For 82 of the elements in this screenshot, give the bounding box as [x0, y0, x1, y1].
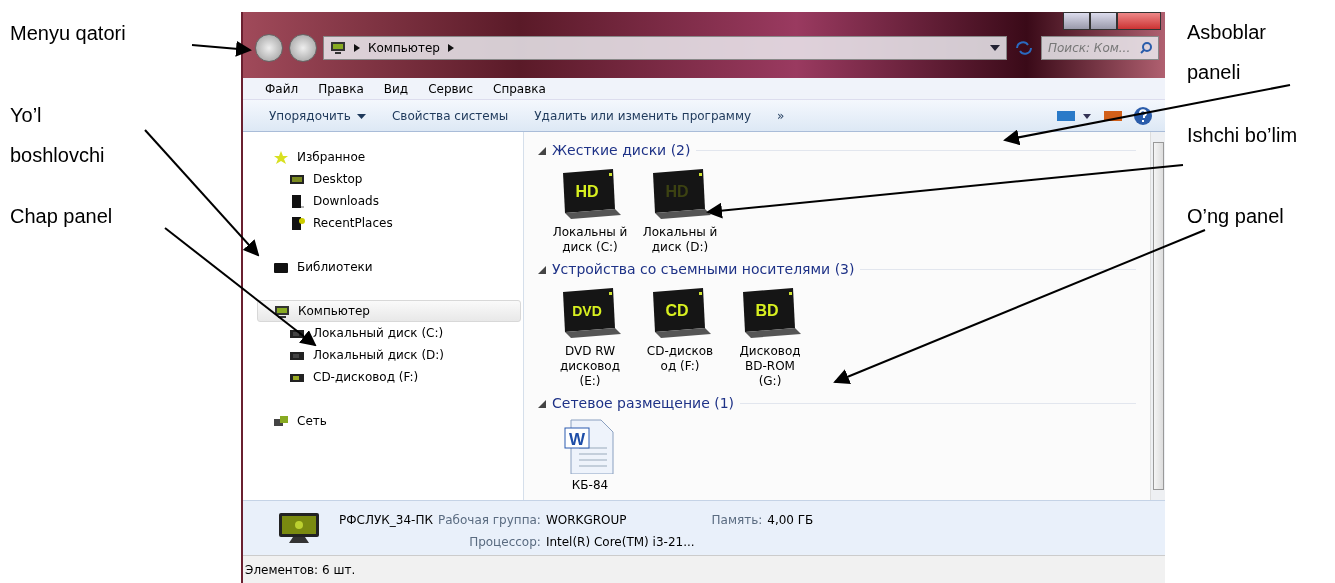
help-icon[interactable]: [1133, 105, 1153, 126]
toolbar-button[interactable]: Удалить или изменить программу: [526, 104, 760, 127]
annotation-label: Asboblar paneli: [1187, 20, 1267, 85]
field-label: Процессор:: [468, 534, 541, 551]
item-label[interactable]: CD-дисков од (F:): [642, 344, 718, 374]
expand-icon[interactable]: [538, 399, 546, 408]
drive-icon: [653, 288, 711, 338]
drive-type-text: CD: [665, 302, 689, 319]
dropdown-caret-icon: [990, 45, 1000, 51]
menu-item[interactable]: Справка: [485, 79, 554, 98]
status-text: Элементов: 6 шт.: [245, 561, 356, 579]
nav-item[interactable]: Локальный диск (D:): [243, 344, 523, 366]
item-label[interactable]: Локальны й диск (C:): [552, 225, 628, 255]
nav-item[interactable]: CD-дисковод (F:): [243, 366, 523, 388]
scrollbar[interactable]: [1150, 132, 1165, 500]
field-value: 4,00 ГБ: [767, 512, 814, 529]
folder-icon: [289, 193, 305, 209]
nav-item[interactable]: Избранное: [243, 146, 523, 168]
annotation-label: Ishchi bo’lim: [1187, 123, 1298, 148]
menu-item[interactable]: Файл: [257, 79, 307, 98]
forward-button[interactable]: [289, 34, 317, 62]
nav-item[interactable]: Библиотеки: [243, 256, 523, 278]
star-icon: [273, 149, 289, 165]
field-value: WORKGROUP: [545, 512, 627, 529]
expand-icon[interactable]: [538, 265, 546, 274]
breadcrumb-arrow-icon: [447, 44, 454, 52]
group-header[interactable]: Устройства со съемными носителями (3): [552, 259, 855, 280]
menu-item[interactable]: Вид: [375, 79, 417, 98]
annotation-label: Menyu qatori: [10, 21, 126, 46]
refresh-icon[interactable]: [1013, 39, 1035, 57]
nav-item[interactable]: Сеть: [243, 410, 523, 432]
field-label: Память:: [711, 512, 763, 529]
nav-item[interactable]: Downloads: [243, 190, 523, 212]
item-label[interactable]: Локальны й диск (D:): [642, 225, 718, 255]
drive-icon: [563, 169, 621, 219]
nav-item[interactable]: Локальный диск (C:): [243, 322, 523, 344]
nav-item[interactable]: Desktop: [243, 168, 523, 190]
document-icon: [564, 419, 614, 474]
maximize-button[interactable]: [1090, 12, 1117, 30]
field-value: Intel(R) Core(TM) i3-21...: [545, 534, 696, 551]
folder-icon: [289, 215, 305, 231]
minimize-button[interactable]: [1063, 12, 1090, 30]
annotation-label: Chap panel: [10, 204, 113, 229]
toolbar-dropdown[interactable]: Упорядочить: [261, 104, 374, 127]
annotation-label: Yo’l boshlovchi: [10, 103, 106, 168]
computer-icon: [330, 41, 346, 55]
nav-item[interactable]: Компьютер: [257, 300, 521, 322]
nav-item[interactable]: RecentPlaces: [243, 212, 523, 234]
close-button[interactable]: [1117, 12, 1161, 30]
computer-icon: [274, 303, 290, 319]
drive-type-text: HD: [575, 183, 599, 200]
view-options-icon: [1057, 108, 1093, 123]
word-logo-text: W: [569, 430, 585, 449]
toolbar-button[interactable]: »: [769, 104, 793, 127]
search-placeholder: Поиск: Ком...: [1048, 40, 1131, 57]
drive-icon: [653, 169, 711, 219]
item-label[interactable]: Дисковод BD-ROM (G:): [732, 344, 808, 389]
breadcrumb-arrow-icon: [354, 44, 360, 52]
field-label: Рабочая группа:: [437, 512, 541, 529]
search-icon: [1140, 42, 1152, 54]
caret-icon: [356, 113, 366, 119]
address-bar[interactable]: Компьютер: [323, 36, 1007, 60]
menu-item[interactable]: Сервис: [420, 79, 481, 98]
menu-item[interactable]: Правка: [310, 79, 372, 98]
drive-type-text: BD: [755, 302, 779, 319]
preview-pane-icon: [1103, 108, 1123, 123]
drive-type-text: DVD: [572, 303, 602, 319]
annotation-label: O’ng panel: [1187, 204, 1284, 229]
back-button[interactable]: [255, 34, 283, 62]
monitor-icon: [277, 511, 321, 545]
breadcrumb-item[interactable]: Компьютер: [368, 39, 440, 57]
network-icon: [273, 413, 289, 429]
group-header[interactable]: Жесткие диски (2): [552, 140, 691, 161]
item-label[interactable]: КБ-84: [552, 478, 628, 493]
computer-name: РФСЛУК_34-ПК: [339, 512, 433, 529]
expand-icon[interactable]: [538, 146, 546, 155]
drive-icon: [563, 288, 621, 338]
toolbar-button[interactable]: Свойства системы: [383, 104, 517, 127]
drive-icon: [743, 288, 801, 338]
item-label[interactable]: DVD RW дисковод (E:): [552, 344, 628, 389]
group-header[interactable]: Сетевое размещение (1): [552, 393, 735, 414]
leader-arrow: [191, 40, 252, 57]
